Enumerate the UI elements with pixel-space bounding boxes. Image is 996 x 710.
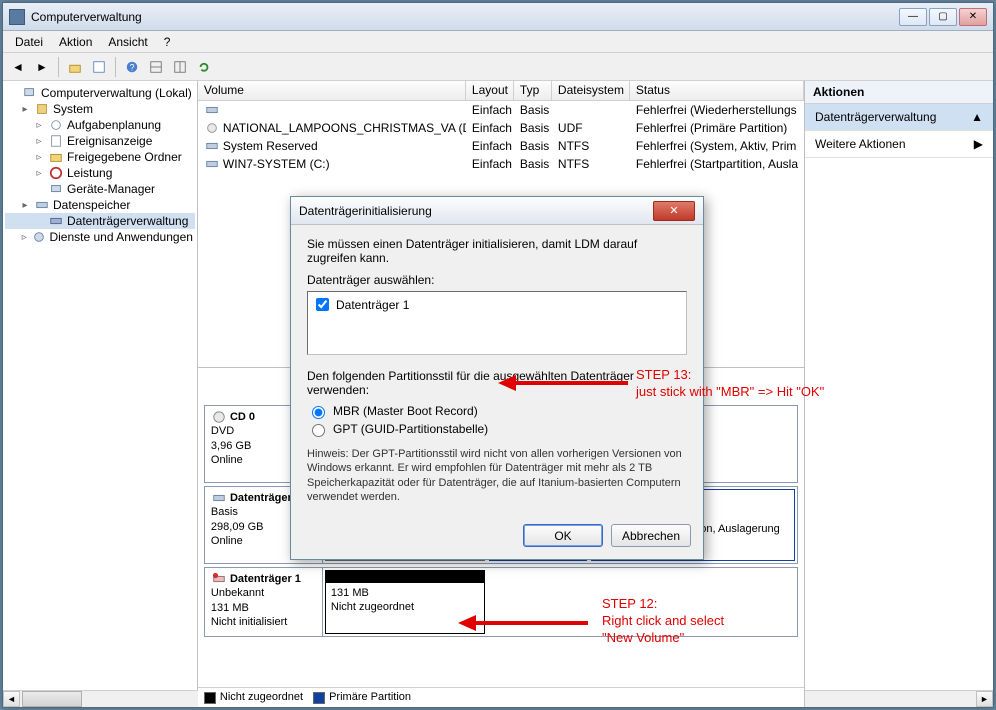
- dialog-select-label: Datenträger auswählen:: [307, 273, 687, 287]
- list-row[interactable]: WIN7-SYSTEM (C:) Einfach Basis NTFS Fehl…: [198, 155, 804, 173]
- menu-help[interactable]: ?: [156, 33, 179, 51]
- tree-dienste[interactable]: ▹Dienste und Anwendungen: [5, 229, 195, 245]
- tree-leistung[interactable]: ▹Leistung: [5, 165, 195, 181]
- annotation-arrow-2: [458, 608, 598, 638]
- chevron-right-icon: ▶: [974, 137, 983, 151]
- window-title: Computerverwaltung: [31, 10, 142, 24]
- ok-button[interactable]: OK: [523, 524, 603, 547]
- view1-button[interactable]: [145, 56, 167, 78]
- col-dateisystem[interactable]: Dateisystem: [552, 81, 630, 100]
- help-button[interactable]: ?: [121, 56, 143, 78]
- annotation-arrow-1: [498, 368, 638, 398]
- menu-view[interactable]: Ansicht: [100, 33, 155, 51]
- volume-list-header: Volume Layout Typ Dateisystem Status: [198, 81, 804, 101]
- annotation-step13: STEP 13:just stick with "MBR" => Hit "OK…: [636, 367, 824, 401]
- toolbar: ◄ ► ?: [3, 53, 993, 81]
- col-typ[interactable]: Typ: [514, 81, 552, 100]
- dialog-close-button[interactable]: ✕: [653, 201, 695, 221]
- collapse-icon: ▲: [971, 110, 983, 124]
- tree-freigegebene[interactable]: ▹Freigegebene Ordner: [5, 149, 195, 165]
- actions-more[interactable]: Weitere Aktionen▶: [805, 131, 993, 158]
- tree-aufgaben[interactable]: ▹Aufgabenplanung: [5, 117, 195, 133]
- dialog-hint: Hinweis: Der GPT-Partitionsstil wird nic…: [307, 447, 687, 504]
- list-row[interactable]: System Reserved Einfach Basis NTFS Fehle…: [198, 137, 804, 155]
- radio-gpt[interactable]: GPT (GUID-Partitionstabelle): [307, 421, 687, 437]
- list-row[interactable]: Einfach Basis Fehlerfrei (Wiederherstell…: [198, 101, 804, 119]
- tree-root[interactable]: Computerverwaltung (Lokal): [5, 85, 195, 101]
- forward-button[interactable]: ►: [31, 56, 53, 78]
- svg-text:?: ?: [130, 62, 135, 72]
- volume-list: Einfach Basis Fehlerfrei (Wiederherstell…: [198, 101, 804, 173]
- actions-main[interactable]: Datenträgerverwaltung▲: [805, 104, 993, 131]
- dialog-titlebar[interactable]: Datenträgerinitialisierung ✕: [291, 197, 703, 225]
- col-layout[interactable]: Layout: [466, 81, 514, 100]
- tree-datenspeicher[interactable]: ▸Datenspeicher: [5, 197, 195, 213]
- tree-system[interactable]: ▸System: [5, 101, 195, 117]
- nav-tree: Computerverwaltung (Lokal) ▸System ▹Aufg…: [3, 81, 198, 707]
- close-button[interactable]: ✕: [959, 8, 987, 26]
- back-button[interactable]: ◄: [7, 56, 29, 78]
- tree-datentraeger[interactable]: Datenträgerverwaltung: [5, 213, 195, 229]
- view2-button[interactable]: [169, 56, 191, 78]
- maximize-button[interactable]: ▢: [929, 8, 957, 26]
- list-row[interactable]: NATIONAL_LAMPOONS_CHRISTMAS_VA (D:) Einf…: [198, 119, 804, 137]
- properties-button[interactable]: [88, 56, 110, 78]
- disk-checkbox[interactable]: [316, 298, 329, 311]
- col-volume[interactable]: Volume: [198, 81, 466, 100]
- up-button[interactable]: [64, 56, 86, 78]
- refresh-button[interactable]: [193, 56, 215, 78]
- tree-geraete[interactable]: Geräte-Manager: [5, 181, 195, 197]
- col-status[interactable]: Status: [630, 81, 804, 100]
- dialog-message: Sie müssen einen Datenträger initialisie…: [307, 237, 687, 265]
- actions-pane: Aktionen Datenträgerverwaltung▲ Weitere …: [805, 81, 993, 707]
- actions-header: Aktionen: [805, 81, 993, 104]
- app-icon: [9, 9, 25, 25]
- menu-action[interactable]: Aktion: [51, 33, 100, 51]
- legend: Nicht zugeordnet Primäre Partition: [198, 687, 804, 707]
- menubar: Datei Aktion Ansicht ?: [3, 31, 993, 53]
- menu-file[interactable]: Datei: [7, 33, 51, 51]
- cancel-button[interactable]: Abbrechen: [611, 524, 691, 547]
- annotation-step12: STEP 12:Right click and select"New Volum…: [602, 596, 724, 647]
- disk-select-list[interactable]: Datenträger 1: [307, 291, 687, 355]
- dialog-title: Datenträgerinitialisierung: [299, 204, 432, 218]
- radio-mbr[interactable]: MBR (Master Boot Record): [307, 403, 687, 419]
- tree-ereignis[interactable]: ▹Ereignisanzeige: [5, 133, 195, 149]
- tree-hscroll[interactable]: ◄►: [3, 690, 198, 707]
- minimize-button[interactable]: —: [899, 8, 927, 26]
- titlebar[interactable]: Computerverwaltung — ▢ ✕: [3, 3, 993, 31]
